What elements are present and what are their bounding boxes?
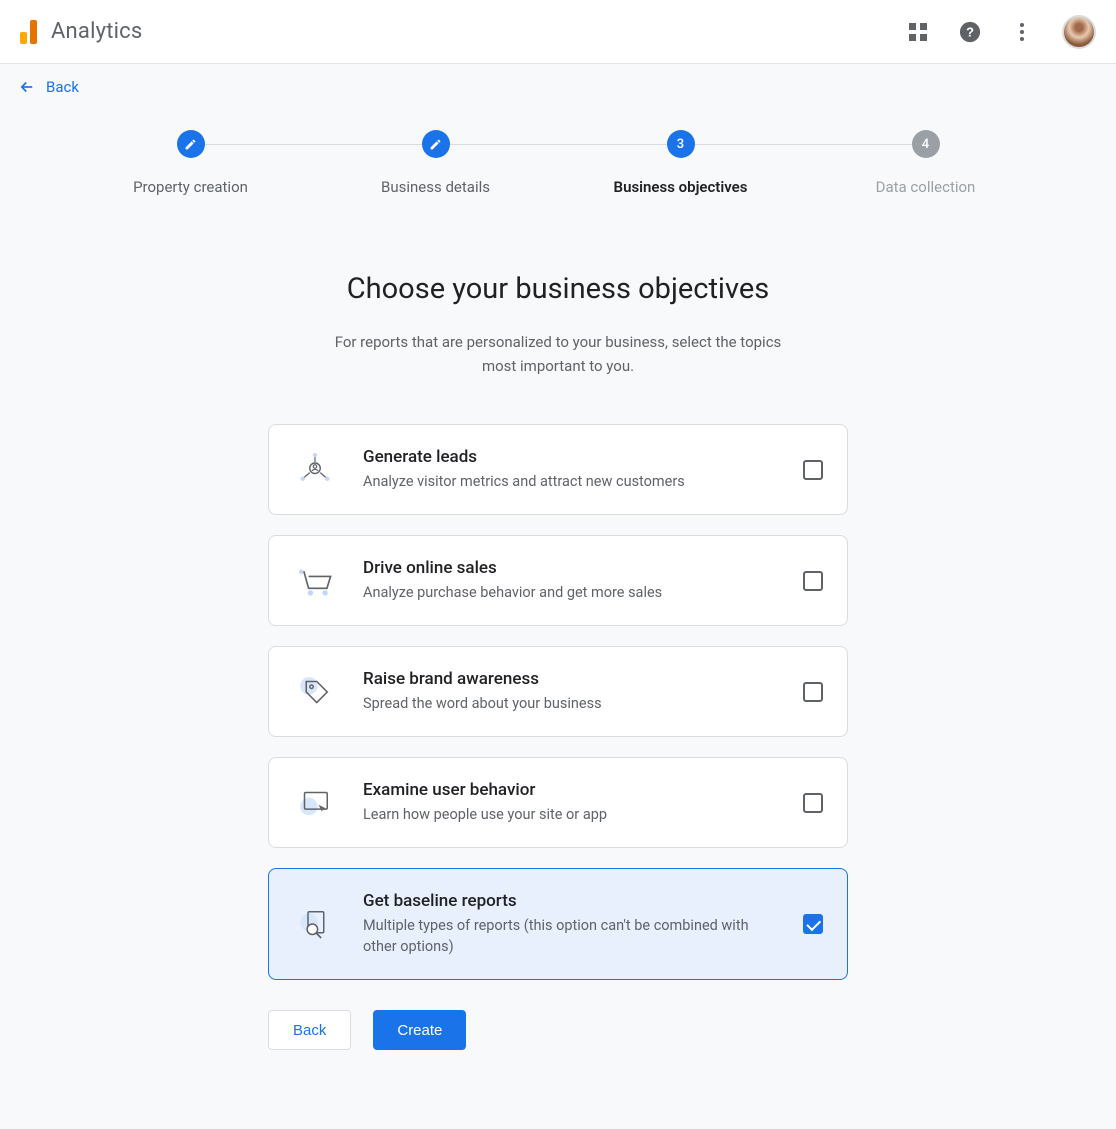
cursor-window-icon (293, 781, 337, 825)
analytics-logo-icon (20, 20, 37, 44)
objective-checkbox[interactable] (803, 571, 823, 591)
objective-card-behavior[interactable]: Examine user behavior Learn how people u… (268, 757, 848, 848)
app-bar: Analytics ? (0, 0, 1116, 64)
svg-text:?: ? (966, 24, 974, 39)
step-label: Business details (381, 178, 490, 196)
step-badge (177, 130, 205, 158)
step-badge (422, 130, 450, 158)
page-subtitle: For reports that are personalized to you… (328, 330, 788, 378)
pencil-icon (429, 138, 442, 151)
account-avatar[interactable] (1062, 15, 1096, 49)
objective-subtitle: Spread the word about your business (363, 693, 777, 714)
tag-icon (293, 670, 337, 714)
step-property-creation[interactable]: Property creation (68, 130, 313, 196)
more-vert-icon[interactable] (1010, 20, 1034, 44)
arrow-left-icon (18, 78, 36, 96)
back-link[interactable]: Back (0, 64, 1116, 110)
back-button[interactable]: Back (268, 1010, 351, 1050)
leads-icon (293, 448, 337, 492)
stepper: Property creation Business details 3 Bus… (68, 130, 1048, 196)
pencil-icon (184, 138, 197, 151)
step-label: Property creation (133, 178, 248, 196)
cart-icon (293, 559, 337, 603)
page-title: Choose your business objectives (0, 272, 1116, 306)
objective-checkbox[interactable] (803, 793, 823, 813)
objective-checkbox[interactable] (803, 460, 823, 480)
step-label: Business objectives (614, 178, 748, 196)
app-title: Analytics (51, 19, 142, 44)
objective-subtitle: Analyze purchase behavior and get more s… (363, 582, 777, 603)
objective-subtitle: Multiple types of reports (this option c… (363, 915, 777, 957)
objective-title: Get baseline reports (363, 891, 777, 911)
objective-subtitle: Learn how people use your site or app (363, 804, 777, 825)
step-badge: 3 (667, 130, 695, 158)
step-business-objectives[interactable]: 3 Business objectives (558, 130, 803, 196)
objective-title: Raise brand awareness (363, 669, 777, 689)
objective-card-leads[interactable]: Generate leads Analyze visitor metrics a… (268, 424, 848, 515)
step-label: Data collection (876, 178, 976, 196)
objective-checkbox[interactable] (803, 914, 823, 934)
report-search-icon (293, 902, 337, 946)
objective-subtitle: Analyze visitor metrics and attract new … (363, 471, 777, 492)
help-icon[interactable]: ? (958, 20, 982, 44)
objective-card-sales[interactable]: Drive online sales Analyze purchase beha… (268, 535, 848, 626)
objective-list: Generate leads Analyze visitor metrics a… (268, 424, 848, 980)
create-button[interactable]: Create (373, 1010, 466, 1050)
step-data-collection: 4 Data collection (803, 130, 1048, 196)
apps-icon[interactable] (906, 20, 930, 44)
objective-card-baseline[interactable]: Get baseline reports Multiple types of r… (268, 868, 848, 980)
objective-title: Drive online sales (363, 558, 777, 578)
step-business-details[interactable]: Business details (313, 130, 558, 196)
objective-card-brand[interactable]: Raise brand awareness Spread the word ab… (268, 646, 848, 737)
step-badge: 4 (912, 130, 940, 158)
objective-title: Generate leads (363, 447, 777, 467)
objective-checkbox[interactable] (803, 682, 823, 702)
objective-title: Examine user behavior (363, 780, 777, 800)
back-label: Back (46, 78, 79, 96)
